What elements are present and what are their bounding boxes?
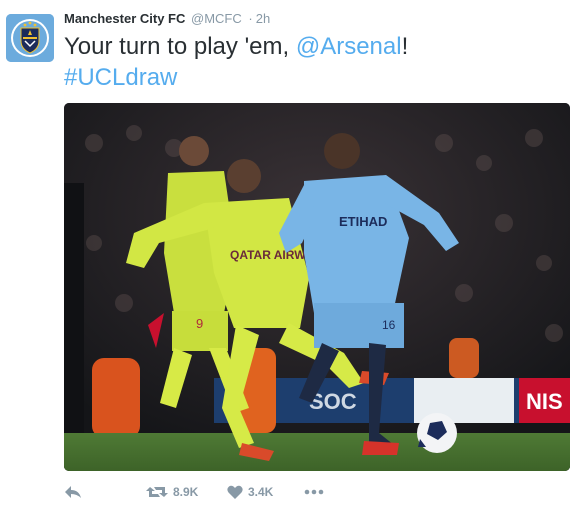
more-icon — [304, 489, 324, 495]
player-number: 16 — [382, 318, 396, 332]
tweet-text-body: Your turn to play 'em, — [64, 33, 296, 60]
more-button[interactable] — [304, 480, 324, 504]
tweet-header: Manchester City FC @MCFC · 2h — [64, 10, 270, 28]
avatar[interactable] — [6, 14, 54, 62]
display-name[interactable]: Manchester City FC — [64, 11, 185, 26]
retweet-icon — [146, 487, 168, 497]
heart-icon — [227, 485, 243, 499]
timestamp[interactable]: 2h — [256, 11, 270, 26]
tweet-photo[interactable]: NIS SOC 9 QATAR AIRWAYS ETIHAD 16 — [64, 103, 570, 471]
mention-link[interactable]: @Arsenal — [296, 33, 402, 60]
football-match-photo: NIS SOC 9 QATAR AIRWAYS ETIHAD 16 — [64, 103, 570, 471]
reply-icon — [65, 486, 81, 498]
screen-name[interactable]: @MCFC — [191, 11, 242, 26]
tweet-text-end: ! — [401, 33, 409, 60]
shirt-sponsor-city: ETIHAD — [339, 214, 387, 229]
hashtag-link[interactable]: #UCLdraw — [64, 64, 177, 91]
separator-dot: · — [248, 11, 253, 26]
like-button[interactable]: 3.4K — [227, 480, 273, 504]
retweet-count: 8.9K — [173, 485, 199, 499]
tweet-text: Your turn to play 'em, @Arsenal! #UCLdraw — [64, 31, 564, 93]
club-crest-icon — [6, 14, 54, 62]
shorts-number: 9 — [196, 316, 203, 331]
like-count: 3.4K — [248, 485, 274, 499]
tweet-card: Manchester City FC @MCFC · 2h Your turn t… — [0, 0, 582, 511]
tweet-actions: 8.9K 3.4K — [64, 480, 464, 504]
board-text-right: NIS — [526, 389, 563, 414]
reply-button[interactable] — [64, 480, 82, 504]
retweet-button[interactable]: 8.9K — [146, 480, 198, 504]
